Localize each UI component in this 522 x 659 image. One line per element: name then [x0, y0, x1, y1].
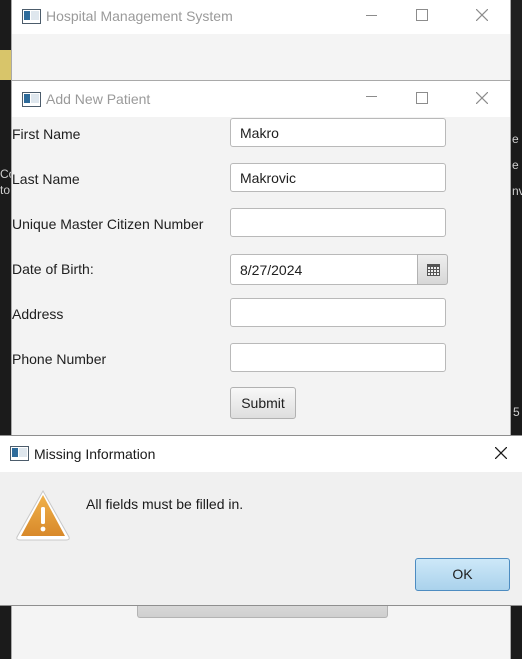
maximize-button[interactable]: [399, 0, 445, 32]
warning-icon: [16, 489, 70, 541]
dialog-message: All fields must be filled in.: [86, 496, 244, 512]
app-icon: [22, 9, 41, 24]
patient-titlebar: Add New Patient: [12, 81, 510, 117]
address-field[interactable]: [230, 298, 446, 327]
phone-number-field[interactable]: [230, 343, 446, 372]
date-picker-button[interactable]: [417, 254, 448, 285]
main-window-title: Hospital Management System: [46, 8, 233, 24]
background-tab-yellow: [0, 50, 12, 80]
close-button[interactable]: [459, 83, 505, 115]
dialog-title: Missing Information: [34, 446, 156, 462]
ok-button[interactable]: OK: [415, 558, 510, 591]
background-text-right-2: 5: [513, 405, 520, 419]
minimize-button[interactable]: [349, 0, 395, 32]
calendar-icon: [427, 264, 440, 276]
phone-number-label: Phone Number: [12, 351, 107, 367]
app-icon: [10, 446, 29, 461]
close-button[interactable]: [459, 0, 505, 32]
maximize-button[interactable]: [399, 83, 445, 115]
dialog-close-button[interactable]: [478, 438, 522, 470]
last-name-label: Last Name: [12, 171, 80, 187]
date-of-birth-label: Date of Birth:: [12, 261, 94, 277]
submit-button[interactable]: Submit: [230, 387, 296, 419]
address-label: Address: [12, 306, 64, 322]
first-name-label: First Name: [12, 126, 81, 142]
main-titlebar: Hospital Management System: [12, 0, 510, 34]
date-of-birth-field[interactable]: [230, 254, 418, 285]
last-name-field[interactable]: [230, 163, 446, 192]
patient-window-title: Add New Patient: [46, 91, 151, 107]
background-text-right: e e nv: [512, 132, 522, 198]
first-name-field[interactable]: [230, 118, 446, 147]
dialog-titlebar: Missing Information: [0, 436, 522, 472]
minimize-button[interactable]: [349, 81, 395, 113]
citizen-number-field[interactable]: [230, 208, 446, 237]
citizen-number-label: Unique Master Citizen Number: [12, 216, 204, 232]
app-icon: [22, 92, 41, 107]
